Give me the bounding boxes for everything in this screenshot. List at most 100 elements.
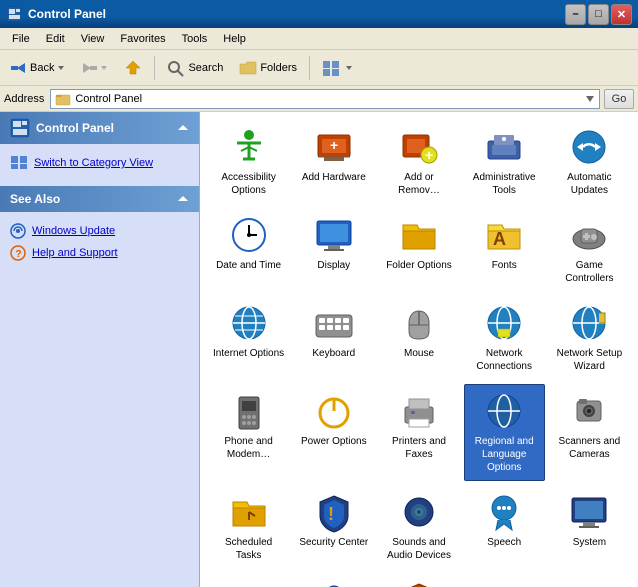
icon-scheduled-tasks[interactable]: Scheduled Tasks	[208, 485, 289, 569]
address-input[interactable]	[75, 93, 581, 105]
toolbar-separator	[154, 56, 155, 80]
control-panel-section: Control Panel Switch to Category View	[0, 112, 199, 182]
close-button[interactable]: ✕	[611, 4, 632, 25]
icon-add-remove[interactable]: +Add or Remov…	[378, 120, 459, 204]
icon-windows-firewall[interactable]: WWindows Firewall	[378, 573, 459, 587]
speech-label: Speech	[487, 536, 521, 549]
menu-file[interactable]: File	[4, 31, 38, 47]
accessibility-options-icon	[229, 127, 269, 167]
window-controls: – □ ✕	[565, 4, 632, 25]
go-button[interactable]: Go	[604, 89, 634, 109]
address-dropdown-icon[interactable]	[585, 91, 595, 107]
cp-header-label: Control Panel	[36, 121, 114, 135]
help-support-link[interactable]: ? Help and Support	[10, 242, 189, 264]
add-hardware-icon: +	[314, 127, 354, 167]
icon-fonts[interactable]: AFonts	[464, 208, 545, 292]
icon-internet-options[interactable]: Internet Options	[208, 296, 289, 380]
system-label: System	[573, 536, 606, 549]
menu-help[interactable]: Help	[215, 31, 254, 47]
icon-network-connections[interactable]: Network Connections	[464, 296, 545, 380]
icon-system[interactable]: System	[549, 485, 630, 569]
menu-view[interactable]: View	[73, 31, 113, 47]
forward-button[interactable]	[74, 54, 115, 82]
system-icon	[569, 492, 609, 532]
menu-tools[interactable]: Tools	[174, 31, 216, 47]
icon-taskbar-start[interactable]: startTaskbar and Start Menu	[208, 573, 289, 587]
back-button[interactable]: Back	[4, 54, 72, 82]
icon-administrative-tools[interactable]: Administrative Tools	[464, 120, 545, 204]
switch-view-icon	[10, 155, 28, 171]
icon-display[interactable]: Display	[293, 208, 374, 292]
svg-text:+: +	[330, 137, 338, 153]
icon-folder-options[interactable]: Folder Options	[378, 208, 459, 292]
address-bar: Address Go	[0, 86, 638, 112]
folders-button[interactable]: Folders	[232, 54, 304, 82]
icon-power-options[interactable]: Power Options	[293, 384, 374, 481]
collapse-icon[interactable]	[177, 122, 189, 134]
printers-faxes-label: Printers and Faxes	[383, 435, 454, 461]
mouse-icon	[399, 303, 439, 343]
icon-date-time[interactable]: Date and Time	[208, 208, 289, 292]
up-button[interactable]	[117, 54, 149, 82]
search-button[interactable]: Search	[160, 54, 230, 82]
date-time-icon	[229, 215, 269, 255]
icon-game-controllers[interactable]: Game Controllers	[549, 208, 630, 292]
icons-grid: Accessibility Options + Add Hardware +Add o…	[208, 120, 630, 587]
fonts-label: Fonts	[492, 259, 517, 272]
menu-favorites[interactable]: Favorites	[112, 31, 173, 47]
svg-text:+: +	[425, 147, 433, 163]
main-layout: Control Panel Switch to Category View	[0, 112, 638, 587]
see-also-header: See Also	[0, 186, 199, 212]
icon-network-setup-wizard[interactable]: Network Setup Wizard	[549, 296, 630, 380]
icon-sounds-audio[interactable]: Sounds and Audio Devices	[378, 485, 459, 569]
icon-accessibility-options[interactable]: Accessibility Options	[208, 120, 289, 204]
phone-modem-icon	[229, 391, 269, 431]
title-bar: Control Panel – □ ✕	[0, 0, 638, 28]
switch-view-link[interactable]: Switch to Category View	[10, 152, 189, 174]
fwd-dropdown-icon	[100, 64, 108, 72]
address-input-wrapper	[50, 89, 600, 109]
icon-regional-language[interactable]: Regional and Language Options	[464, 384, 545, 481]
see-also-collapse-icon[interactable]	[177, 193, 189, 205]
icon-security-center[interactable]: !Security Center	[293, 485, 374, 569]
views-button[interactable]	[315, 54, 360, 82]
views-icon	[322, 60, 342, 76]
icon-printers-faxes[interactable]: Printers and Faxes	[378, 384, 459, 481]
minimize-button[interactable]: –	[565, 4, 586, 25]
toolbar-separator-2	[309, 56, 310, 80]
maximize-button[interactable]: □	[588, 4, 609, 25]
svg-text:?: ?	[16, 249, 22, 260]
help-icon: ?	[10, 245, 26, 261]
power-options-label: Power Options	[301, 435, 367, 448]
display-icon	[314, 215, 354, 255]
regional-language-icon	[484, 391, 524, 431]
windows-update-link[interactable]: Windows Update	[10, 220, 189, 242]
icon-keyboard[interactable]: Keyboard	[293, 296, 374, 380]
cp-section-body: Switch to Category View	[0, 144, 199, 182]
network-connections-icon	[484, 303, 524, 343]
icon-speech[interactable]: Speech	[464, 485, 545, 569]
internet-options-label: Internet Options	[213, 347, 284, 360]
icon-phone-modem[interactable]: Phone and Modem…	[208, 384, 289, 481]
wireless-network-icon	[484, 580, 524, 587]
window-icon	[6, 6, 22, 22]
scheduled-tasks-label: Scheduled Tasks	[213, 536, 284, 562]
windows-update-icon	[10, 223, 26, 239]
icon-add-hardware[interactable]: + Add Hardware	[293, 120, 374, 204]
display-label: Display	[317, 259, 350, 272]
icon-scanners-cameras[interactable]: Scanners and Cameras	[549, 384, 630, 481]
icon-wireless-network[interactable]: Wireless Network Set…	[464, 573, 545, 587]
add-hardware-label: Add Hardware	[302, 171, 366, 184]
windows-firewall-icon: W	[399, 580, 439, 587]
icon-automatic-updates[interactable]: Automatic Updates	[549, 120, 630, 204]
add-remove-icon: +	[399, 127, 439, 167]
icon-mouse[interactable]: Mouse	[378, 296, 459, 380]
menu-edit[interactable]: Edit	[38, 31, 73, 47]
game-controllers-icon	[569, 215, 609, 255]
icon-user-accounts[interactable]: User Accounts	[293, 573, 374, 587]
sounds-audio-label: Sounds and Audio Devices	[383, 536, 454, 562]
power-options-icon	[314, 391, 354, 431]
internet-options-icon	[229, 303, 269, 343]
scanners-cameras-icon	[569, 391, 609, 431]
accessibility-options-label: Accessibility Options	[213, 171, 284, 197]
